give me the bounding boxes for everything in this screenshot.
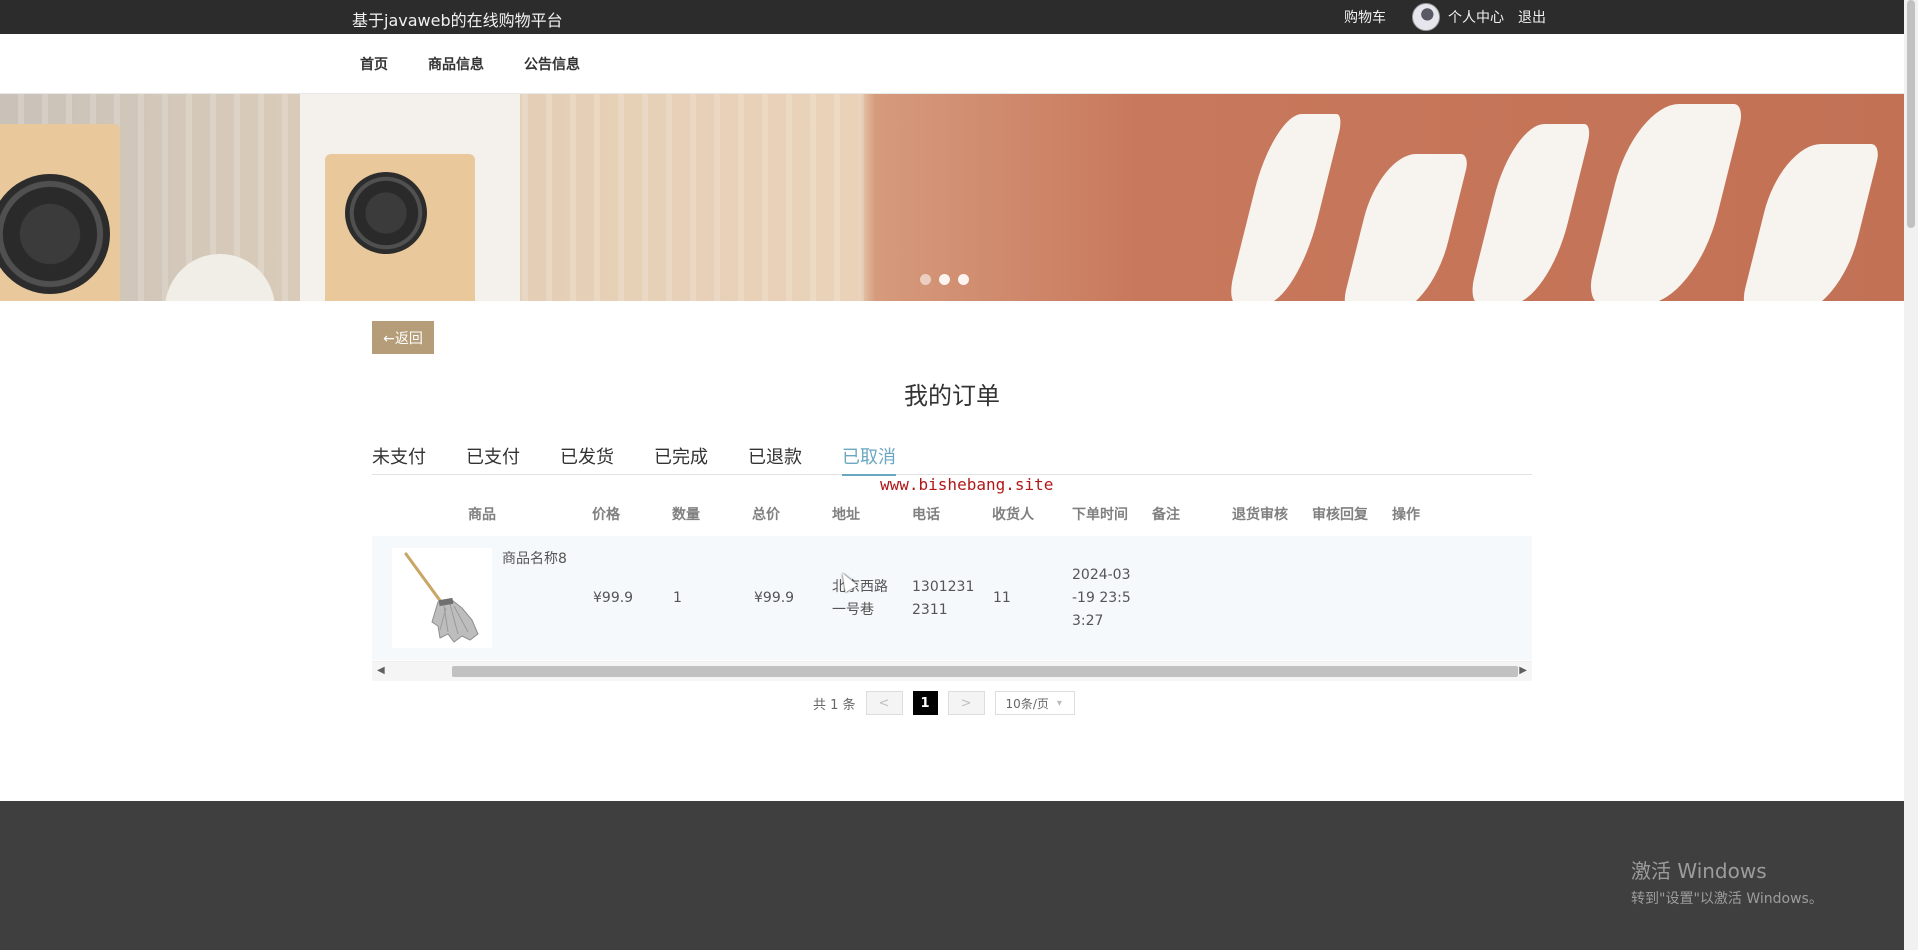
- column-header: 操作: [1392, 507, 1420, 523]
- cart-link[interactable]: 购物车: [1344, 7, 1386, 27]
- table-row: 商品名称8 ¥99.9 1 ¥99.9 北京西路 一号巷 1301231 231…: [372, 536, 1532, 660]
- order-time-line: 3:27: [1072, 613, 1104, 629]
- mop-icon: [404, 552, 479, 643]
- banner-speaker-cone-right: [345, 172, 427, 254]
- pagination: 共 1 条 < 1 > 10条/页 ▾: [813, 691, 1075, 715]
- banner-brush-stroke: [1738, 144, 1882, 301]
- column-header: 电话: [912, 507, 940, 523]
- activation-subtitle: 转到"设置"以激活 Windows。: [1631, 891, 1823, 907]
- footer: [0, 801, 1904, 950]
- tab-shipped[interactable]: 已发货: [560, 443, 614, 475]
- product-name[interactable]: 商品名称8: [502, 548, 567, 571]
- page-title: 我的订单: [904, 382, 1000, 410]
- main-nav: 首页 商品信息 公告信息: [0, 34, 1904, 94]
- phone-line: 1301231: [912, 579, 975, 595]
- profile-link[interactable]: 个人中心: [1448, 7, 1504, 27]
- phone-cell: 1301231 2311: [912, 576, 974, 622]
- nav-item-notices[interactable]: 公告信息: [524, 54, 580, 74]
- table-horizontal-scrollbar[interactable]: ◀ ▶: [372, 661, 1532, 681]
- column-header: 价格: [592, 507, 620, 523]
- table-scrollbar-thumb[interactable]: [452, 666, 1518, 677]
- scroll-left-icon[interactable]: ◀: [377, 665, 385, 676]
- scroll-right-icon[interactable]: ▶: [1519, 665, 1527, 676]
- carousel-dot[interactable]: [920, 274, 931, 285]
- tab-cancelled[interactable]: 已取消: [842, 443, 896, 476]
- column-header: 下单时间: [1072, 507, 1128, 523]
- banner-brush-stroke: [1467, 124, 1593, 301]
- avatar[interactable]: [1412, 3, 1440, 31]
- nav-item-home[interactable]: 首页: [360, 54, 388, 74]
- column-header: 退货审核: [1232, 507, 1288, 523]
- top-bar: 基于javaweb的在线购物平台 购物车 个人中心 退出: [0, 0, 1904, 34]
- top-bar-links: 购物车 个人中心 退出: [1344, 0, 1546, 34]
- chevron-down-icon: ▾: [1056, 697, 1062, 709]
- page-scrollbar[interactable]: [1904, 0, 1918, 950]
- banner-brush-stroke: [1340, 154, 1470, 301]
- tab-unpaid[interactable]: 未支付: [372, 443, 426, 475]
- address-line: 一号巷: [832, 602, 874, 618]
- price-cell: ¥99.9: [593, 590, 634, 606]
- page-size-select[interactable]: 10条/页 ▾: [994, 691, 1075, 715]
- order-time-line: -19 23:5: [1072, 590, 1131, 606]
- logout-link[interactable]: 退出: [1518, 7, 1546, 27]
- banner-brush-stroke: [1585, 104, 1745, 301]
- order-time-line: 2024-03: [1072, 567, 1131, 583]
- back-button[interactable]: ←返回: [372, 321, 434, 354]
- column-header: 备注: [1152, 507, 1180, 523]
- pagination-total: 共 1 条: [813, 697, 856, 713]
- tab-paid[interactable]: 已支付: [466, 443, 520, 475]
- tab-completed[interactable]: 已完成: [654, 443, 708, 475]
- carousel-dots: [920, 274, 969, 285]
- product-thumbnail[interactable]: [392, 548, 492, 648]
- column-header: 收货人: [992, 507, 1034, 523]
- receiver-cell: 11: [993, 590, 1011, 606]
- tab-refunded[interactable]: 已退款: [748, 443, 802, 475]
- phone-line: 2311: [912, 602, 948, 618]
- watermark: www.bishebang.site: [880, 475, 1054, 494]
- quantity-cell: 1: [673, 590, 682, 606]
- carousel-dot[interactable]: [958, 274, 969, 285]
- page-size-value: 10条/页: [1005, 696, 1049, 711]
- page-scrollbar-thumb[interactable]: [1907, 0, 1915, 228]
- column-header: 商品: [468, 507, 496, 523]
- site-title: 基于javaweb的在线购物平台: [352, 11, 563, 30]
- order-time-cell: 2024-03 -19 23:5 3:27: [1072, 564, 1131, 633]
- column-header: 审核回复: [1312, 507, 1368, 523]
- prev-page-button[interactable]: <: [865, 691, 903, 715]
- banner-carousel[interactable]: [0, 94, 1904, 301]
- next-page-button[interactable]: >: [947, 691, 985, 715]
- total-cell: ¥99.9: [754, 590, 795, 606]
- column-header: 数量: [672, 507, 700, 523]
- table-header: 商品 价格 数量 总价 地址 电话 收货人 下单时间 备注 退货审核 审核回复 …: [372, 494, 1532, 528]
- order-status-tabs: 未支付 已支付 已发货 已完成 已退款 已取消: [372, 443, 1532, 476]
- column-header: 总价: [752, 507, 780, 523]
- activation-title: 激活 Windows: [1631, 859, 1767, 883]
- column-header: 地址: [832, 507, 860, 523]
- banner-brush-stroke: [1226, 114, 1344, 301]
- page-number-button[interactable]: 1: [912, 691, 938, 715]
- nav-item-products[interactable]: 商品信息: [428, 54, 484, 74]
- carousel-dot[interactable]: [939, 274, 950, 285]
- windows-activation-notice: 激活 Windows 转到"设置"以激活 Windows。: [1631, 855, 1823, 908]
